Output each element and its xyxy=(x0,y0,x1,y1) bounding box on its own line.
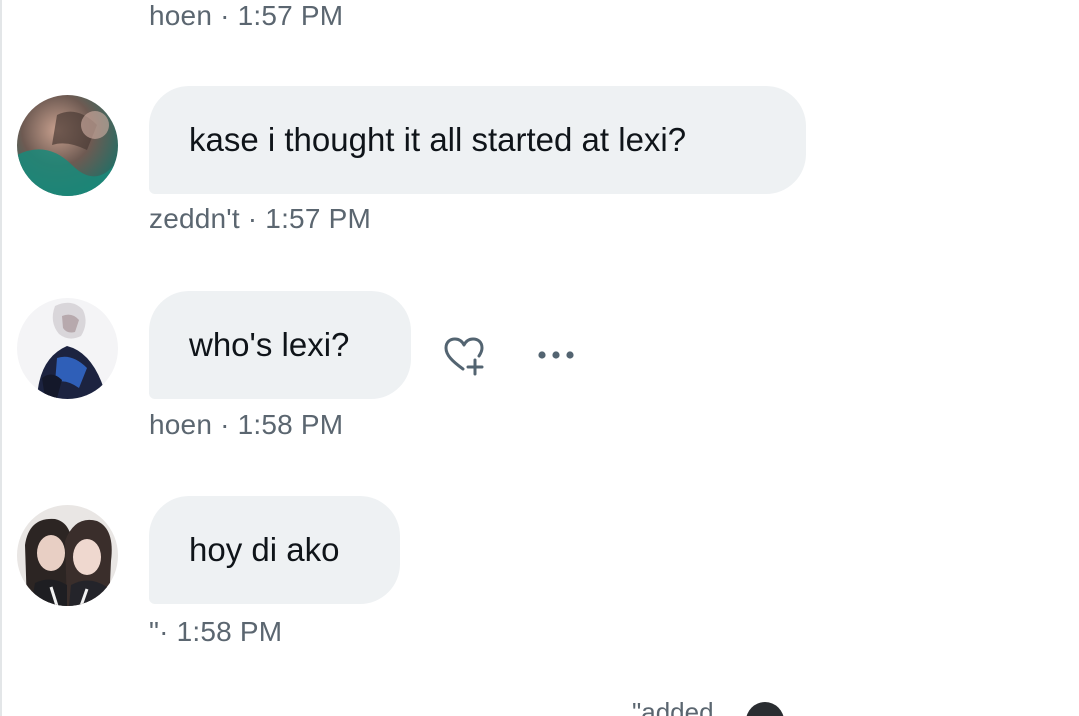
more-horizontal-icon[interactable] xyxy=(534,343,578,367)
message-text: kase i thought it all started at lexi? xyxy=(189,121,687,158)
message-text: who's lexi? xyxy=(189,326,350,363)
dm-conversation: hoen · 1:57 PM kase i thought it all sta… xyxy=(0,0,1079,716)
message-bubble[interactable]: hoy di ako xyxy=(149,496,400,604)
message-bubble[interactable]: kase i thought it all started at lexi? xyxy=(149,86,806,194)
avatar xyxy=(746,702,784,716)
avatar[interactable] xyxy=(17,95,118,196)
message-meta: hoen · 1:58 PM xyxy=(149,409,344,440)
avatar[interactable] xyxy=(17,505,118,606)
message-bubble[interactable]: who's lexi? xyxy=(149,291,411,399)
avatar[interactable] xyxy=(17,298,118,399)
message-text: hoy di ako xyxy=(189,531,340,568)
conversation-event-text: "added xyxy=(632,697,714,716)
message-meta: "· 1:58 PM xyxy=(149,616,283,647)
message-meta: zeddn't · 1:57 PM xyxy=(149,203,371,234)
heart-plus-icon[interactable] xyxy=(442,333,488,379)
message-meta: hoen · 1:57 PM xyxy=(149,0,344,31)
